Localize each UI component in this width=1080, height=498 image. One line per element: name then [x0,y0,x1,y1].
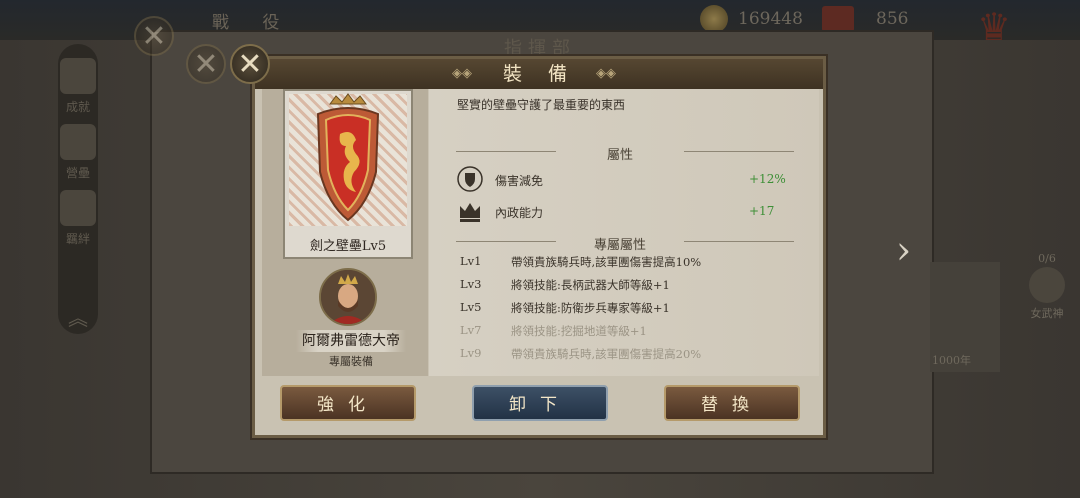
crown-icon[interactable]: ♛ [962,4,1026,50]
item-name: 劍之壁壘Lv5 [309,239,387,254]
shield-icon [457,166,483,192]
sidebar-item-bonds[interactable]: 羈絆 [52,190,104,256]
exclusive-effect-locked: 將領技能:挖掘地道等級+1 [511,324,647,338]
unequip-button[interactable]: 卸下 [472,385,608,421]
close-button[interactable]: ✕ [230,44,270,84]
slot-count: 0/6 [1038,252,1056,265]
slot-label: 女武神 [1030,307,1064,320]
stat-value: +12% [749,172,786,186]
replace-button[interactable]: 替換 [664,385,800,421]
stat-row: 傷害減免 +12% [457,166,797,194]
sidebar-item-achievements[interactable]: 成就 [52,58,104,124]
ornament-icon: ◈◈ [452,66,472,81]
divider [456,151,556,152]
enhance-button[interactable]: 強化 [280,385,416,421]
gem-count: 856 [876,9,909,29]
divider [684,241,794,242]
owner-name: 阿爾弗雷德大帝 [296,330,406,352]
exclusive-level: Lv5 [460,300,482,314]
shield-item-icon [316,93,380,222]
next-arrow-icon[interactable]: › [896,228,922,272]
exclusive-effect: 將領技能:長柄武器大師等級+1 [511,278,670,292]
sidebar-item-label: 成就 [65,100,90,114]
crown-icon [460,203,480,222]
portrait-icon [321,270,375,324]
divider [456,241,556,242]
exclusive-effect-locked: 帶領貴族騎兵時,該軍團傷害提高20% [511,347,702,361]
lock-icon [1029,267,1065,303]
valkyrie-slot[interactable]: 0/6 女武神 [1022,252,1072,321]
divider [684,151,794,152]
stat-row: 內政能力 +17 [457,198,797,226]
stat-value: +17 [749,204,775,218]
bond-icon [60,190,96,226]
stat-name: 傷害減免 [495,174,544,188]
exclusive-level-locked: Lv9 [460,346,482,360]
dialog-title: 裝 備 [502,63,578,85]
item-description: 堅實的壁壘守護了最重要的東西 [457,98,626,112]
close-icon: ✕ [134,16,174,56]
exclusive-level: Lv1 [460,254,482,268]
exclusive-level-locked: Lv7 [460,323,482,337]
sidebar-item-label: 營壘 [65,166,90,180]
collapse-icon[interactable]: ︽ [62,302,94,330]
exclusive-effect: 帶領貴族騎兵時,該軍團傷害提高10% [511,255,702,269]
exclusive-level: Lv3 [460,277,482,291]
exclusive-title: 專屬屬性 [593,238,646,253]
sidebar-item-label: 羈絆 [65,232,90,246]
coin-icon [700,5,728,33]
gem-icon [822,6,854,32]
year-tag: 1000年 [932,354,971,367]
trophy-icon [60,58,96,94]
coin-count: 169448 [738,9,803,29]
owner-note: 專屬裝備 [329,355,373,368]
fort-icon [60,124,96,160]
attributes-title: 屬性 [606,148,633,163]
stat-name: 內政能力 [495,206,544,220]
exclusive-effect: 將領技能:防衛步兵專家等級+1 [511,301,670,315]
close-icon: ✕ [186,44,226,84]
sidebar-item-barracks[interactable]: 營壘 [52,124,104,190]
hero-avatar[interactable] [319,268,377,326]
